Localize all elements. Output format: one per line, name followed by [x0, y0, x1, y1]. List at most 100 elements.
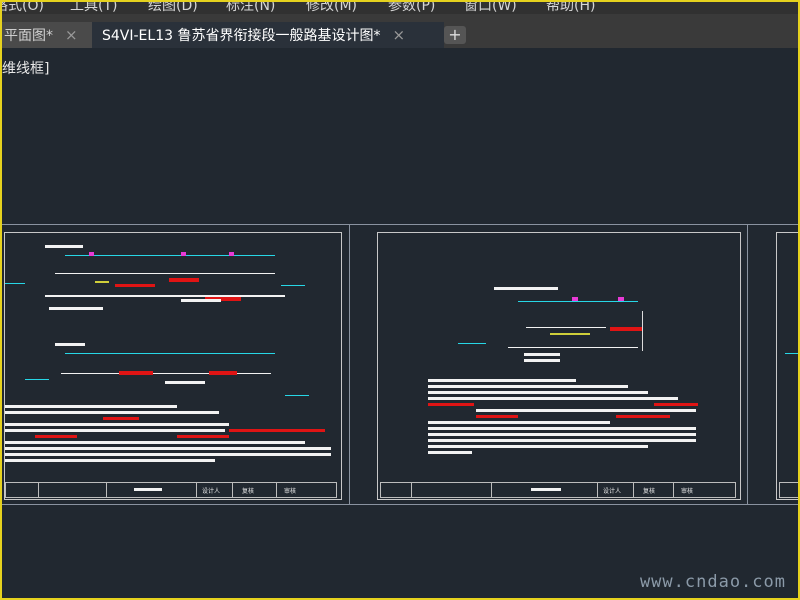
- title-block: 设计人 复核 审核: [5, 482, 337, 498]
- titleblock-designer: 设计人: [202, 488, 221, 495]
- marker: [89, 252, 94, 256]
- note-text: [428, 397, 678, 400]
- tab-label: S4VI-EL13 鲁苏省界衔接段一般路基设计图*: [102, 28, 381, 44]
- tab-label: 平面图*: [4, 28, 53, 44]
- section-line: [526, 327, 606, 328]
- sheet-number: [531, 488, 561, 491]
- section-line: [508, 347, 638, 348]
- menu-window[interactable]: 窗口(W): [464, 0, 517, 14]
- note-text: [428, 385, 628, 388]
- note-text: [5, 453, 331, 456]
- dimension-line: [65, 255, 275, 256]
- note-text: [476, 409, 696, 412]
- layout-sheets: 设计人 复核 审核 设计人 复核 审核: [0, 224, 800, 506]
- note-highlight: [35, 435, 77, 438]
- note-text: [428, 421, 610, 424]
- label: [181, 299, 221, 302]
- note-text: [5, 405, 177, 408]
- note-highlight: [428, 403, 474, 406]
- drawing-sheet-2[interactable]: 设计人 复核 审核: [377, 232, 741, 500]
- menu-format[interactable]: 格式(O): [0, 0, 44, 14]
- ditch-line: [458, 343, 486, 344]
- label: [524, 353, 560, 356]
- label: [524, 359, 560, 362]
- drawing-title: [55, 343, 85, 346]
- marker: [572, 297, 578, 301]
- sheet-number: [134, 488, 162, 491]
- menubar: 格式(O) 工具(T) 绘图(D) 标注(N) 修改(M) 参数(P) 窗口(W…: [0, 0, 800, 14]
- note-text: [428, 439, 696, 442]
- dimension-line: [65, 353, 275, 354]
- close-icon[interactable]: ×: [392, 22, 405, 48]
- drawing-title: [45, 245, 83, 248]
- menu-help[interactable]: 帮助(H): [546, 0, 595, 14]
- title-block: [779, 482, 800, 498]
- layout-border-top: [0, 224, 800, 225]
- document-tabbar: 平面图* × S4VI-EL13 鲁苏省界衔接段一般路基设计图* × +: [0, 14, 800, 48]
- section-line: [61, 373, 271, 374]
- dimension-line: [518, 301, 638, 302]
- pavement-layer: [119, 371, 153, 375]
- note-text: [5, 447, 331, 450]
- note-text: [5, 411, 219, 414]
- menu-dimension[interactable]: 标注(N): [226, 0, 275, 14]
- note-text: [428, 391, 648, 394]
- note-text: [428, 427, 696, 430]
- ditch-line: [285, 395, 309, 396]
- edge-line: [642, 311, 643, 351]
- titleblock-checker: 复核: [242, 488, 255, 495]
- note-highlight: [177, 435, 229, 438]
- note-text: [5, 441, 305, 444]
- drawing-title: [494, 287, 558, 290]
- pavement-layer: [115, 284, 155, 287]
- pavement-layer: [169, 278, 199, 282]
- ditch-line: [5, 283, 25, 284]
- drawing-sheet-1[interactable]: 设计人 复核 审核: [4, 232, 342, 500]
- slope-line: [95, 281, 109, 283]
- note-text: [5, 429, 225, 432]
- pavement-layer: [209, 371, 237, 375]
- marker: [229, 252, 234, 256]
- titleblock-reviewer: 审核: [681, 488, 694, 495]
- menu-tools[interactable]: 工具(T): [70, 0, 117, 14]
- note-text: [428, 433, 696, 436]
- note-text: [5, 459, 215, 462]
- note-text: [428, 379, 576, 382]
- label: [165, 381, 205, 384]
- note-text: [5, 423, 229, 426]
- layout-border-bottom: [0, 504, 800, 505]
- drawing-sheet-3[interactable]: [776, 232, 800, 500]
- ditch-line: [281, 285, 305, 286]
- ditch-line: [25, 379, 49, 380]
- label: [49, 307, 103, 310]
- note-highlight: [476, 415, 518, 418]
- marker: [181, 252, 186, 256]
- note-highlight: [229, 429, 325, 432]
- viewport-visual-style-label[interactable]: 维线框]: [2, 58, 49, 78]
- menu-parameters[interactable]: 参数(P): [388, 0, 435, 14]
- marker: [618, 297, 624, 301]
- tab-plan[interactable]: 平面图* ×: [0, 22, 92, 48]
- section-line: [55, 273, 275, 274]
- section-line: [45, 295, 285, 297]
- note-highlight: [103, 417, 139, 420]
- site-watermark: www.cndao.com: [639, 572, 786, 592]
- close-icon[interactable]: ×: [65, 22, 78, 48]
- slope-line: [550, 333, 590, 335]
- menu-modify[interactable]: 修改(M): [306, 0, 357, 14]
- layout-divider: [747, 224, 748, 504]
- note-highlight: [654, 403, 698, 406]
- pavement-layer: [610, 327, 642, 331]
- title-block: 设计人 复核 审核: [380, 482, 736, 498]
- note-text: [428, 451, 472, 454]
- titleblock-reviewer: 审核: [284, 488, 297, 495]
- tab-roadbed-design[interactable]: S4VI-EL13 鲁苏省界衔接段一般路基设计图* ×: [92, 22, 444, 48]
- ditch-line: [785, 353, 800, 354]
- layout-divider: [349, 224, 350, 504]
- titleblock-designer: 设计人: [603, 488, 622, 495]
- note-text: [428, 445, 648, 448]
- new-tab-button[interactable]: +: [444, 26, 466, 44]
- menu-draw[interactable]: 绘图(D): [148, 0, 198, 14]
- titleblock-checker: 复核: [643, 488, 656, 495]
- note-highlight: [616, 415, 670, 418]
